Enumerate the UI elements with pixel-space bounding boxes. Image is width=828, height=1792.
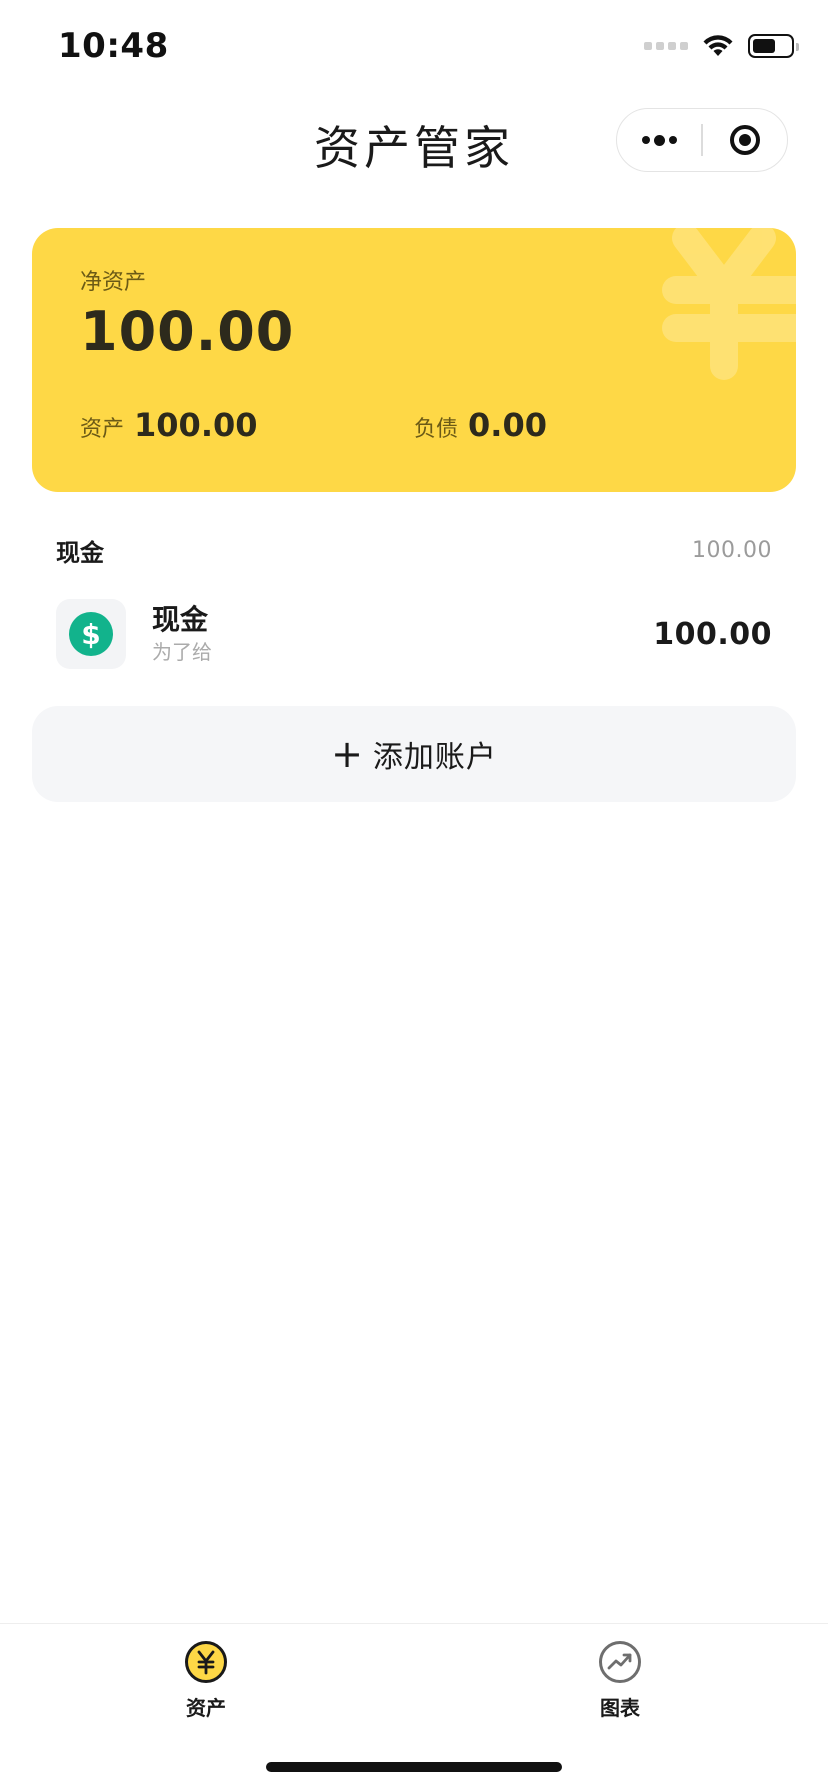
more-button[interactable]	[617, 109, 701, 171]
account-name: 现金	[152, 603, 209, 636]
tab-bar: 资产 图表	[0, 1623, 828, 1792]
account-text: 现金 为了给	[152, 602, 212, 666]
mini-program-capsule	[616, 108, 788, 172]
more-dots-icon	[641, 134, 677, 146]
plus-icon: +	[331, 732, 363, 776]
wifi-icon	[703, 35, 733, 56]
account-amount: 100.00	[653, 616, 772, 652]
net-assets-card: 净资产 100.00 资产 100.00 负债 0.00	[32, 228, 796, 492]
debts-label: 负债	[414, 417, 459, 442]
yen-watermark-icon	[662, 228, 796, 380]
assets-summary: 资产 100.00	[80, 406, 258, 444]
add-account-button[interactable]: + 添加账户	[32, 706, 796, 802]
account-group-header: 现金 100.00	[56, 530, 772, 570]
account-row-cash[interactable]: $ 现金 为了给 100.00	[56, 598, 772, 670]
dollar-icon: $	[69, 612, 113, 656]
assets-value: 100.00	[134, 406, 258, 444]
tab-charts[interactable]: 图表	[560, 1640, 680, 1721]
status-icons	[644, 34, 799, 58]
screen: 10:48 资产管家 净资产 100.00 资产 100.00 负债 0.00 …	[0, 0, 828, 1792]
tab-assets[interactable]: 资产	[146, 1640, 266, 1721]
account-icon-box: $	[56, 599, 126, 669]
tab-assets-label: 资产	[186, 1696, 226, 1720]
battery-icon	[748, 34, 799, 58]
status-bar: 10:48	[0, 0, 828, 96]
cellular-signal-icon	[644, 42, 688, 50]
target-icon	[729, 125, 760, 155]
debts-value: 0.00	[468, 406, 547, 444]
tab-charts-label: 图表	[600, 1696, 640, 1720]
nav-bar: 资产管家	[0, 96, 828, 186]
debts-summary: 负债 0.00	[414, 406, 547, 444]
trend-chart-icon	[598, 1640, 642, 1684]
home-indicator	[266, 1762, 562, 1772]
account-note: 为了给	[152, 640, 212, 664]
add-account-label: 添加账户	[372, 740, 497, 775]
net-assets-label: 净资产	[80, 270, 147, 295]
yen-icon	[184, 1640, 228, 1684]
close-mini-program-button[interactable]	[703, 109, 787, 171]
net-assets-value: 100.00	[80, 300, 295, 363]
group-title: 现金	[56, 538, 104, 567]
group-total: 100.00	[692, 537, 772, 563]
assets-label: 资产	[80, 417, 125, 442]
status-time: 10:48	[58, 26, 169, 66]
